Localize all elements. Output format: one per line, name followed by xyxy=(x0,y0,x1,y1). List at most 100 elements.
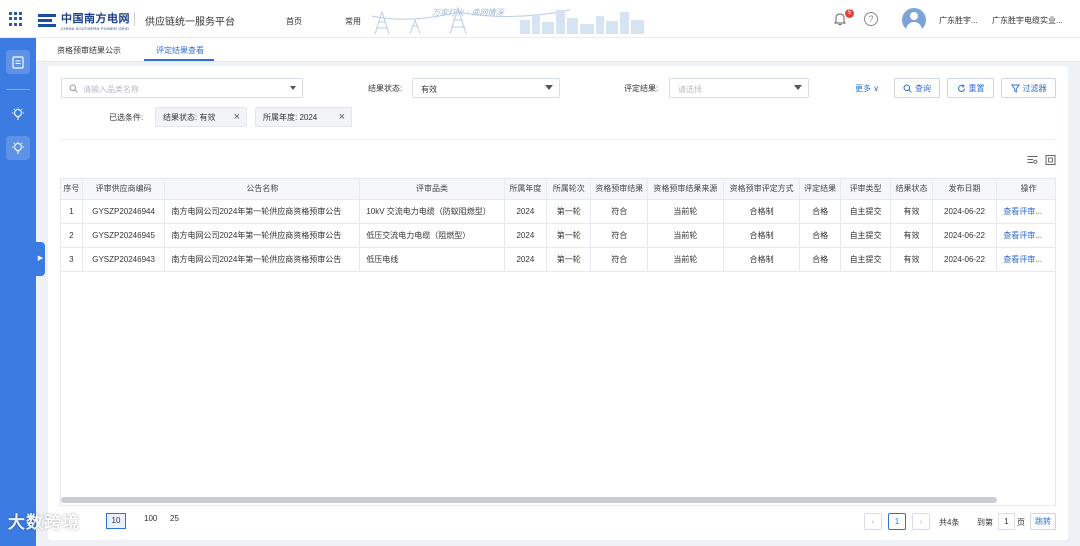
filter-funnel-icon xyxy=(1010,84,1020,93)
page-number-current[interactable]: 1 xyxy=(888,513,906,530)
cell-result-source: 当前轮 xyxy=(647,247,724,272)
power-grid-logo-icon xyxy=(38,13,58,29)
close-icon[interactable]: × xyxy=(339,111,345,123)
cell-prequal-result: 符合 xyxy=(590,199,649,224)
column-header: 操作 xyxy=(996,179,1055,200)
cell-publish-date: 2024-06-22 xyxy=(932,247,998,272)
column-header: 公告名称 xyxy=(164,179,361,200)
left-rail xyxy=(0,38,36,546)
prev-page-button[interactable]: ‹ xyxy=(864,513,882,530)
brand-name-en: CHINA SOUTHERN POWER GRID xyxy=(61,26,130,31)
rail-expand-toggle[interactable]: ▶ xyxy=(36,242,45,276)
column-header: 结果状态 xyxy=(890,179,933,200)
rail-home-button[interactable] xyxy=(6,50,30,74)
column-header: 评定结果 xyxy=(799,179,841,200)
cell-prequal-result: 符合 xyxy=(590,247,649,272)
cell-notice-name: 南方电网公司2024年第一轮供应商资格预审公告 xyxy=(164,247,361,272)
nav-common[interactable]: 常用 xyxy=(345,16,361,27)
cell-category: 10kV 交流电力电缆（防蚁阻燃型） xyxy=(359,199,505,224)
table-header-row: 序号 评审供应商编码 公告名称 评审品类 所属年度 所属轮次 资格预审结果 资格… xyxy=(61,179,1055,200)
view-review-link[interactable]: 查看评审... xyxy=(996,223,1055,248)
total-count: 共4条 xyxy=(939,518,960,527)
eval-result-placeholder: 请选择 xyxy=(678,85,702,94)
view-review-link[interactable]: 查看评审... xyxy=(996,247,1055,272)
column-settings-icon[interactable] xyxy=(1027,155,1038,165)
column-header: 评审品类 xyxy=(359,179,505,200)
chevron-left-icon: ‹ xyxy=(871,517,875,526)
product-search-placeholder: 请输入品类名称 xyxy=(83,85,139,94)
page-tabs: 资格预审结果公示 评定结果查看 xyxy=(36,38,1080,62)
product-search-select[interactable]: 请输入品类名称 xyxy=(61,78,303,98)
help-icon[interactable]: ? xyxy=(864,12,878,26)
rail-bulb-button-1[interactable] xyxy=(6,102,30,126)
refresh-icon xyxy=(957,83,965,92)
eval-result-select[interactable]: 请选择 xyxy=(669,78,809,98)
column-header: 所属轮次 xyxy=(546,179,592,200)
fullscreen-icon[interactable] xyxy=(1045,155,1056,165)
chevron-down-icon: ∨ xyxy=(873,84,880,93)
chevron-right-icon: › xyxy=(919,517,923,526)
table-row: 1 GYSZP20246944 南方电网公司2024年第一轮供应商资格预审公告 … xyxy=(61,199,1055,224)
clipboard-icon xyxy=(12,56,24,69)
cell-index: 1 xyxy=(61,199,83,224)
nav-home[interactable]: 首页 xyxy=(286,16,302,27)
cell-supplier-code: GYSZP20246944 xyxy=(82,199,166,224)
query-label: 查询 xyxy=(915,83,931,93)
top-header: 中国南方电网 CHINA SOUTHERN POWER GRID 供应链统一服务… xyxy=(0,0,1080,38)
goto-page-input[interactable]: 1 xyxy=(998,513,1015,530)
result-status-select[interactable]: 有效 xyxy=(412,78,560,98)
more-filters-label: 更多 xyxy=(855,84,871,93)
cell-review-type: 自主提交 xyxy=(840,247,892,272)
horizontal-scrollbar[interactable] xyxy=(61,497,997,503)
org-name[interactable]: 广东胜宇电缆实业... xyxy=(992,15,1063,26)
cell-notice-name: 南方电网公司2024年第一轮供应商资格预审公告 xyxy=(164,199,361,224)
cell-index: 2 xyxy=(61,223,83,248)
reset-button[interactable]: 重置 xyxy=(947,78,994,98)
cell-notice-name: 南方电网公司2024年第一轮供应商资格预审公告 xyxy=(164,223,361,248)
table-row: 3 GYSZP20246943 南方电网公司2024年第一轮供应商资格预审公告 … xyxy=(61,247,1055,272)
app-grid-icon[interactable] xyxy=(9,12,23,26)
goto-page-button[interactable]: 跳转 xyxy=(1030,513,1056,530)
cell-eval-method: 合格制 xyxy=(723,199,801,224)
condition-chip-year: 所属年度: 2024 × xyxy=(255,107,352,127)
brand-name-cn: 中国南方电网 xyxy=(61,13,130,25)
cell-publish-date: 2024-06-22 xyxy=(932,223,998,248)
chevron-down-icon xyxy=(545,85,553,90)
page-size-option-25[interactable]: 25 xyxy=(170,514,179,523)
brand-logo: 中国南方电网 CHINA SOUTHERN POWER GRID xyxy=(38,10,130,31)
close-icon[interactable]: × xyxy=(234,111,240,123)
active-tab-underline xyxy=(144,59,214,61)
platform-title: 供应链统一服务平台 xyxy=(145,17,235,28)
tab-prequalification-notice[interactable]: 资格预审结果公示 xyxy=(57,45,121,56)
cell-review-type: 自主提交 xyxy=(840,223,892,248)
filter-button[interactable]: 过滤器 xyxy=(1001,78,1056,98)
cell-year: 2024 xyxy=(504,247,548,272)
rail-divider xyxy=(6,89,30,90)
header-divider xyxy=(134,12,135,26)
user-name[interactable]: 广东胜宇... xyxy=(939,15,978,26)
view-review-link[interactable]: 查看评审... xyxy=(996,199,1055,224)
column-header: 发布日期 xyxy=(932,179,998,200)
selected-conditions-label: 已选条件: xyxy=(109,113,144,122)
cell-review-type: 自主提交 xyxy=(840,199,892,224)
reset-label: 重置 xyxy=(968,83,985,93)
cell-year: 2024 xyxy=(504,223,548,248)
column-header: 资格预审结果 xyxy=(590,179,649,200)
user-avatar[interactable] xyxy=(902,8,926,32)
tab-evaluation-results[interactable]: 评定结果查看 xyxy=(156,45,204,56)
chevron-right-icon: ▶ xyxy=(37,255,44,262)
goto-suffix: 页 xyxy=(1017,518,1025,527)
cell-prequal-result: 符合 xyxy=(590,223,649,248)
next-page-button[interactable]: › xyxy=(912,513,930,530)
page-size-option-100[interactable]: 100 xyxy=(144,514,157,523)
cell-eval-result: 合格 xyxy=(799,223,841,248)
page-size-option-10[interactable]: 10 xyxy=(106,513,126,529)
cell-category: 低压电线 xyxy=(359,247,505,272)
results-table: 序号 评审供应商编码 公告名称 评审品类 所属年度 所属轮次 资格预审结果 资格… xyxy=(60,178,1056,506)
more-filters-link[interactable]: 更多 ∨ xyxy=(855,83,879,94)
cell-round: 第一轮 xyxy=(546,223,592,248)
query-button[interactable]: 查询 xyxy=(894,78,940,98)
cell-eval-method: 合格制 xyxy=(723,223,801,248)
cell-status: 有效 xyxy=(890,199,933,224)
rail-bulb-button-2[interactable] xyxy=(6,136,30,160)
